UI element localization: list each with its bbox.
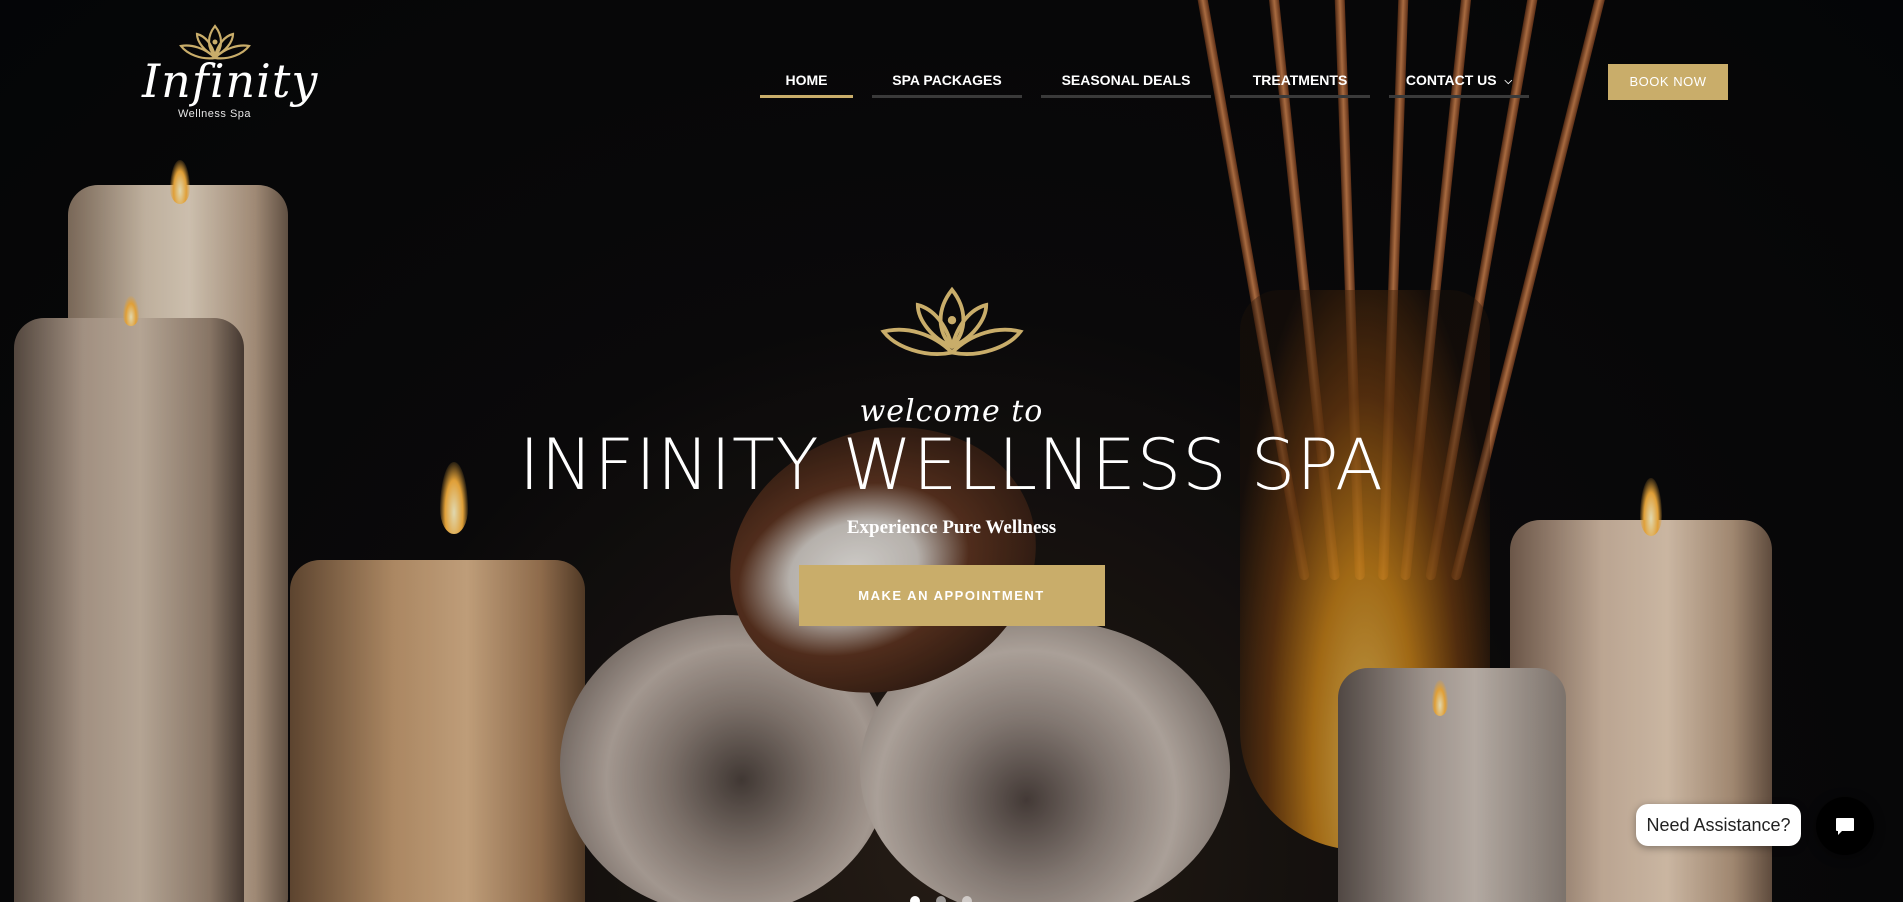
logo-subtitle: Wellness Spa xyxy=(177,108,252,120)
site-logo[interactable]: Infinity Wellness Spa xyxy=(142,20,319,145)
nav-item-seasonal-deals[interactable]: SEASONAL DEALS xyxy=(1041,64,1211,98)
chevron-down-icon: ⌵ xyxy=(1504,76,1513,87)
slider-dots xyxy=(910,896,972,902)
slider-dot[interactable] xyxy=(910,896,920,902)
slider-dot[interactable] xyxy=(936,896,946,902)
nav-item-contact-us[interactable]: CONTACT US ⌵ xyxy=(1389,64,1529,98)
nav-item-home[interactable]: HOME xyxy=(760,64,853,98)
nav-item-label: TREATMENTS xyxy=(1252,72,1348,88)
chat-launcher-button[interactable] xyxy=(1816,797,1874,855)
hero-subtitle: Experience Pure Wellness xyxy=(846,516,1057,538)
hero-title: INFINITY WELLNESS SPA xyxy=(519,424,1384,506)
nav-item-label: SEASONAL DEALS xyxy=(1061,72,1191,88)
nav-item-label: SPA PACKAGES xyxy=(892,72,1002,88)
chat-prompt-bubble[interactable]: Need Assistance? xyxy=(1636,804,1801,846)
nav-item-label: HOME xyxy=(785,72,828,88)
book-now-button[interactable]: BOOK NOW xyxy=(1608,64,1728,100)
lotus-icon xyxy=(879,286,1024,356)
nav-item-treatments[interactable]: TREATMENTS xyxy=(1230,64,1370,98)
main-navigation: HOME SPA PACKAGES SEASONAL DEALS TREATME… xyxy=(760,64,1548,98)
chat-icon xyxy=(1836,818,1854,835)
hero-section: welcome to INFINITY WELLNESS SPA Experie… xyxy=(0,280,1903,626)
slider-dot[interactable] xyxy=(962,896,972,902)
nav-item-spa-packages[interactable]: SPA PACKAGES xyxy=(872,64,1022,98)
logo-wordmark: Infinity xyxy=(142,54,319,108)
make-appointment-button[interactable]: MAKE AN APPOINTMENT xyxy=(798,564,1105,626)
nav-item-label: CONTACT US xyxy=(1405,72,1497,88)
